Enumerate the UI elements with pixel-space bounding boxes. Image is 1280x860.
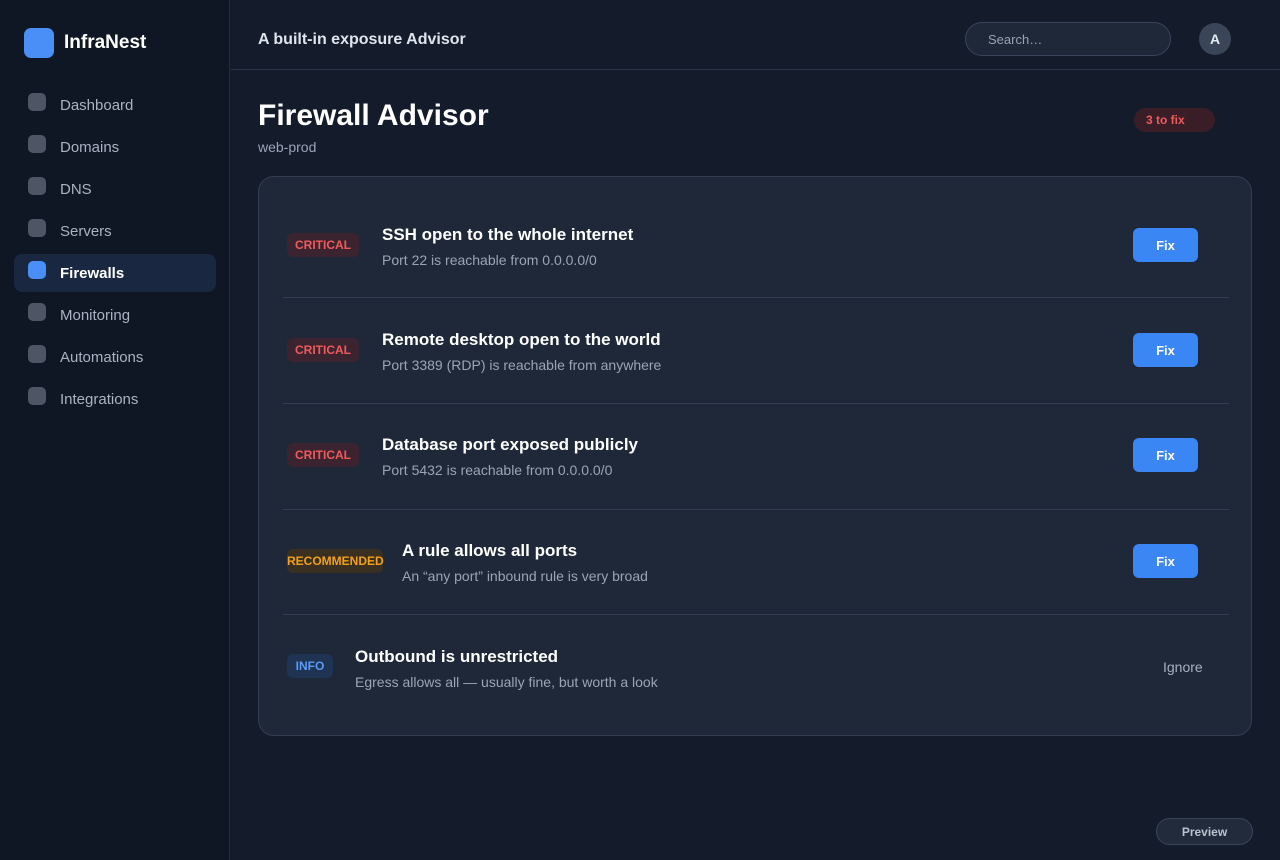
finding-title: Outbound is unrestricted [355,647,559,666]
logo-icon [24,28,54,58]
finding-row: INFO Outbound is unrestricted Egress all… [283,616,1229,721]
sidebar-item-label: Servers [60,223,112,240]
fix-count-badge: 3 to fix [1134,108,1215,132]
topbar-title: A built-in exposure Advisor [258,31,466,48]
servers-icon [28,219,46,237]
page-title: Firewall Advisor [258,99,489,132]
preview-button[interactable]: Preview [1156,818,1253,845]
search-input[interactable] [965,22,1171,56]
finding-title: Database port exposed publicly [382,435,639,454]
monitoring-icon [28,303,46,321]
top-bar: A built-in exposure Advisor A [231,0,1280,70]
sidebar-item-servers[interactable]: Servers [14,212,216,250]
sidebar-item-label: Monitoring [60,307,131,324]
automations-icon [28,345,46,363]
integrations-icon [28,387,46,405]
sidebar-item-label: Dashboard [60,97,134,114]
fix-button[interactable]: Fix [1133,438,1198,472]
sidebar-item-label: Integrations [60,391,139,408]
sidebar-item-label: Automations [60,349,144,366]
brand[interactable]: InfraNest [24,28,146,58]
sidebar-item-integrations[interactable]: Integrations [14,380,216,418]
dashboard-icon [28,93,46,111]
sidebar: InfraNest Dashboard Domains DNS Servers … [0,0,230,860]
finding-row: CRITICAL SSH open to the whole internet … [283,193,1229,298]
sidebar-item-domains[interactable]: Domains [14,128,216,166]
finding-row: CRITICAL Remote desktop open to the worl… [283,299,1229,404]
sidebar-item-automations[interactable]: Automations [14,338,216,376]
sidebar-item-monitoring[interactable]: Monitoring [14,296,216,334]
finding-description: Port 5432 is reachable from 0.0.0.0/0 [382,462,613,478]
sidebar-nav: Dashboard Domains DNS Servers Firewalls … [14,86,216,422]
sidebar-item-label: Domains [60,139,120,156]
firewalls-icon [28,261,46,279]
finding-description: Egress allows all — usually fine, but wo… [355,674,658,690]
sidebar-item-dns[interactable]: DNS [14,170,216,208]
finding-description: Port 22 is reachable from 0.0.0.0/0 [382,252,597,268]
severity-badge: RECOMMENDED [287,549,384,573]
sidebar-item-label: DNS [60,181,92,198]
page-subtitle: web-prod [258,139,317,155]
domains-icon [28,135,46,153]
finding-title: Remote desktop open to the world [382,330,661,349]
severity-badge: CRITICAL [287,338,359,362]
avatar[interactable]: A [1199,23,1231,55]
finding-row: RECOMMENDED A rule allows all ports An “… [283,510,1229,615]
fix-button[interactable]: Fix [1133,544,1198,578]
finding-row: CRITICAL Database port exposed publicly … [283,405,1229,510]
finding-title: SSH open to the whole internet [382,225,634,244]
finding-description: Port 3389 (RDP) is reachable from anywhe… [382,357,662,373]
finding-title: A rule allows all ports [402,541,578,560]
severity-badge: INFO [287,654,333,678]
fix-button[interactable]: Fix [1133,333,1198,367]
ignore-button[interactable]: Ignore [1163,659,1203,675]
fix-button[interactable]: Fix [1133,228,1198,262]
severity-badge: CRITICAL [287,443,359,467]
app-window: InfraNest Dashboard Domains DNS Servers … [0,0,1280,860]
finding-description: An “any port” inbound rule is very broad [402,568,648,584]
dns-icon [28,177,46,195]
sidebar-item-firewalls[interactable]: Firewalls [14,254,216,292]
brand-name: InfraNest [64,32,147,53]
severity-badge: CRITICAL [287,233,359,257]
sidebar-item-dashboard[interactable]: Dashboard [14,86,216,124]
findings-card: CRITICAL SSH open to the whole internet … [258,176,1252,736]
sidebar-item-label: Firewalls [60,265,125,282]
